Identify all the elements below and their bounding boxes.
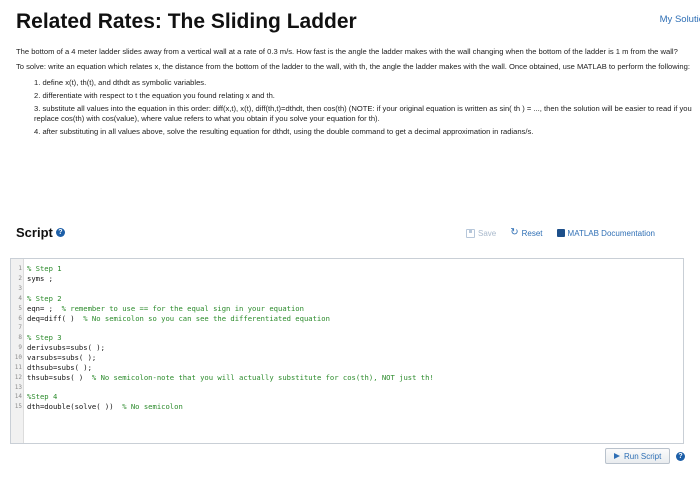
line-number: 11 <box>14 363 22 371</box>
code-line[interactable]: 10 varsubs=subs( ); <box>11 353 683 363</box>
code-line[interactable]: 8 % Step 3 <box>11 333 683 343</box>
my-solutions-link[interactable]: My Solutio <box>660 14 700 25</box>
code-text: syms ; <box>27 274 53 284</box>
line-number: 2 <box>18 275 22 283</box>
reset-button[interactable]: ↻ Reset <box>510 228 542 238</box>
code-text: thsub=subs( ) <box>27 372 92 382</box>
line-number: 13 <box>14 383 22 391</box>
instruction-step-3: 3. substitute all values into the equati… <box>34 103 692 124</box>
instruction-step-2: 2. differentiate with respect to t the e… <box>34 90 275 100</box>
code-line[interactable]: 7 <box>11 323 683 333</box>
code-text: derivsubs=subs( ); <box>27 343 105 353</box>
code-text: varsubs=subs( ); <box>27 353 97 363</box>
code-text: dthsub=subs( ); <box>27 362 92 372</box>
code-line[interactable]: 5 eqn= ; % remember to use == for the equ… <box>11 303 683 313</box>
code-comment: % Step 3 <box>27 333 62 343</box>
code-line[interactable]: 12 thsub=subs( ) % No semicolon-note that… <box>11 372 683 382</box>
script-title: Script <box>16 225 53 240</box>
line-number: 12 <box>14 373 22 381</box>
line-number: 14 <box>14 393 22 401</box>
code-line[interactable]: 15 dth=double(solve( )) % No semicolon <box>11 402 683 412</box>
line-number: 15 <box>14 403 22 411</box>
code-line[interactable]: 2 syms ; <box>11 274 683 284</box>
code-line[interactable]: 14 %Step 4 <box>11 392 683 402</box>
code-text: eqn= ; <box>27 303 62 313</box>
code-text: dth=double(solve( )) <box>27 402 123 412</box>
line-number: 10 <box>14 354 22 362</box>
code-lines: 1 % Step 1 2 syms ; 3 4 % Step 2 5 eqn= ; % … <box>11 264 683 412</box>
play-icon <box>614 453 620 459</box>
doc-label: MATLAB Documentation <box>567 228 655 238</box>
script-toolbar: Save ↻ Reset MATLAB Documentation <box>466 228 655 238</box>
save-button[interactable]: Save <box>466 228 497 238</box>
reset-icon: ↻ <box>510 227 519 238</box>
problem-instructions: To solve: write an equation which relate… <box>16 62 690 72</box>
line-number: 8 <box>18 334 22 342</box>
save-icon <box>466 228 475 238</box>
code-comment: % Step 1 <box>27 264 62 274</box>
book-icon <box>556 229 565 237</box>
line-number: 3 <box>18 285 22 293</box>
code-line[interactable]: 9 derivsubs=subs( ); <box>11 343 683 353</box>
question-circle-icon[interactable]: ? <box>55 228 65 237</box>
code-line[interactable]: 13 <box>11 382 683 392</box>
run-script-button[interactable]: Run Script <box>605 448 671 464</box>
page-title: Related Rates: The Sliding Ladder <box>16 10 357 33</box>
code-text: deq=diff( ) <box>27 313 84 323</box>
line-number: 7 <box>18 324 22 332</box>
question-circle-icon[interactable]: ? <box>676 452 685 461</box>
code-comment: % Step 2 <box>27 293 62 303</box>
problem-description: The bottom of a 4 meter ladder slides aw… <box>16 47 692 140</box>
code-editor[interactable]: 1 % Step 1 2 syms ; 3 4 % Step 2 5 eqn= ; % … <box>10 258 684 444</box>
code-comment: % No semicolon so you can see the differ… <box>83 313 330 323</box>
line-number: 6 <box>18 314 22 322</box>
run-script-label: Run Script <box>624 451 662 461</box>
code-line[interactable]: 4 % Step 2 <box>11 294 683 304</box>
instruction-step-4: 4. after substituting in all values abov… <box>34 126 534 136</box>
instruction-steps: 1. define x(t), th(t), and dthdt as symb… <box>16 78 692 138</box>
code-comment: % No semicolon-note that you will actual… <box>91 372 434 382</box>
code-line[interactable]: 3 <box>11 284 683 294</box>
reset-label: Reset <box>521 228 543 238</box>
problem-statement: The bottom of a 4 meter ladder slides aw… <box>16 47 678 56</box>
line-number: 4 <box>18 294 22 302</box>
code-comment: %Step 4 <box>27 392 58 402</box>
script-heading: Script ? <box>16 225 65 240</box>
instruction-step-1: 1. define x(t), th(t), and dthdt as symb… <box>34 77 207 87</box>
save-label: Save <box>478 228 497 238</box>
code-line[interactable]: 6 deq=diff( ) % No semicolon so you can s… <box>11 313 683 323</box>
code-line[interactable]: 1 % Step 1 <box>11 264 683 274</box>
code-comment: % No semicolon <box>122 402 183 412</box>
matlab-documentation-link[interactable]: MATLAB Documentation <box>556 228 655 238</box>
code-line[interactable]: 11 dthsub=subs( ); <box>11 362 683 372</box>
line-number: 1 <box>18 265 22 273</box>
line-number: 9 <box>18 344 22 352</box>
code-comment: % remember to use == for the equal sign … <box>61 303 304 313</box>
line-number: 5 <box>18 304 22 312</box>
